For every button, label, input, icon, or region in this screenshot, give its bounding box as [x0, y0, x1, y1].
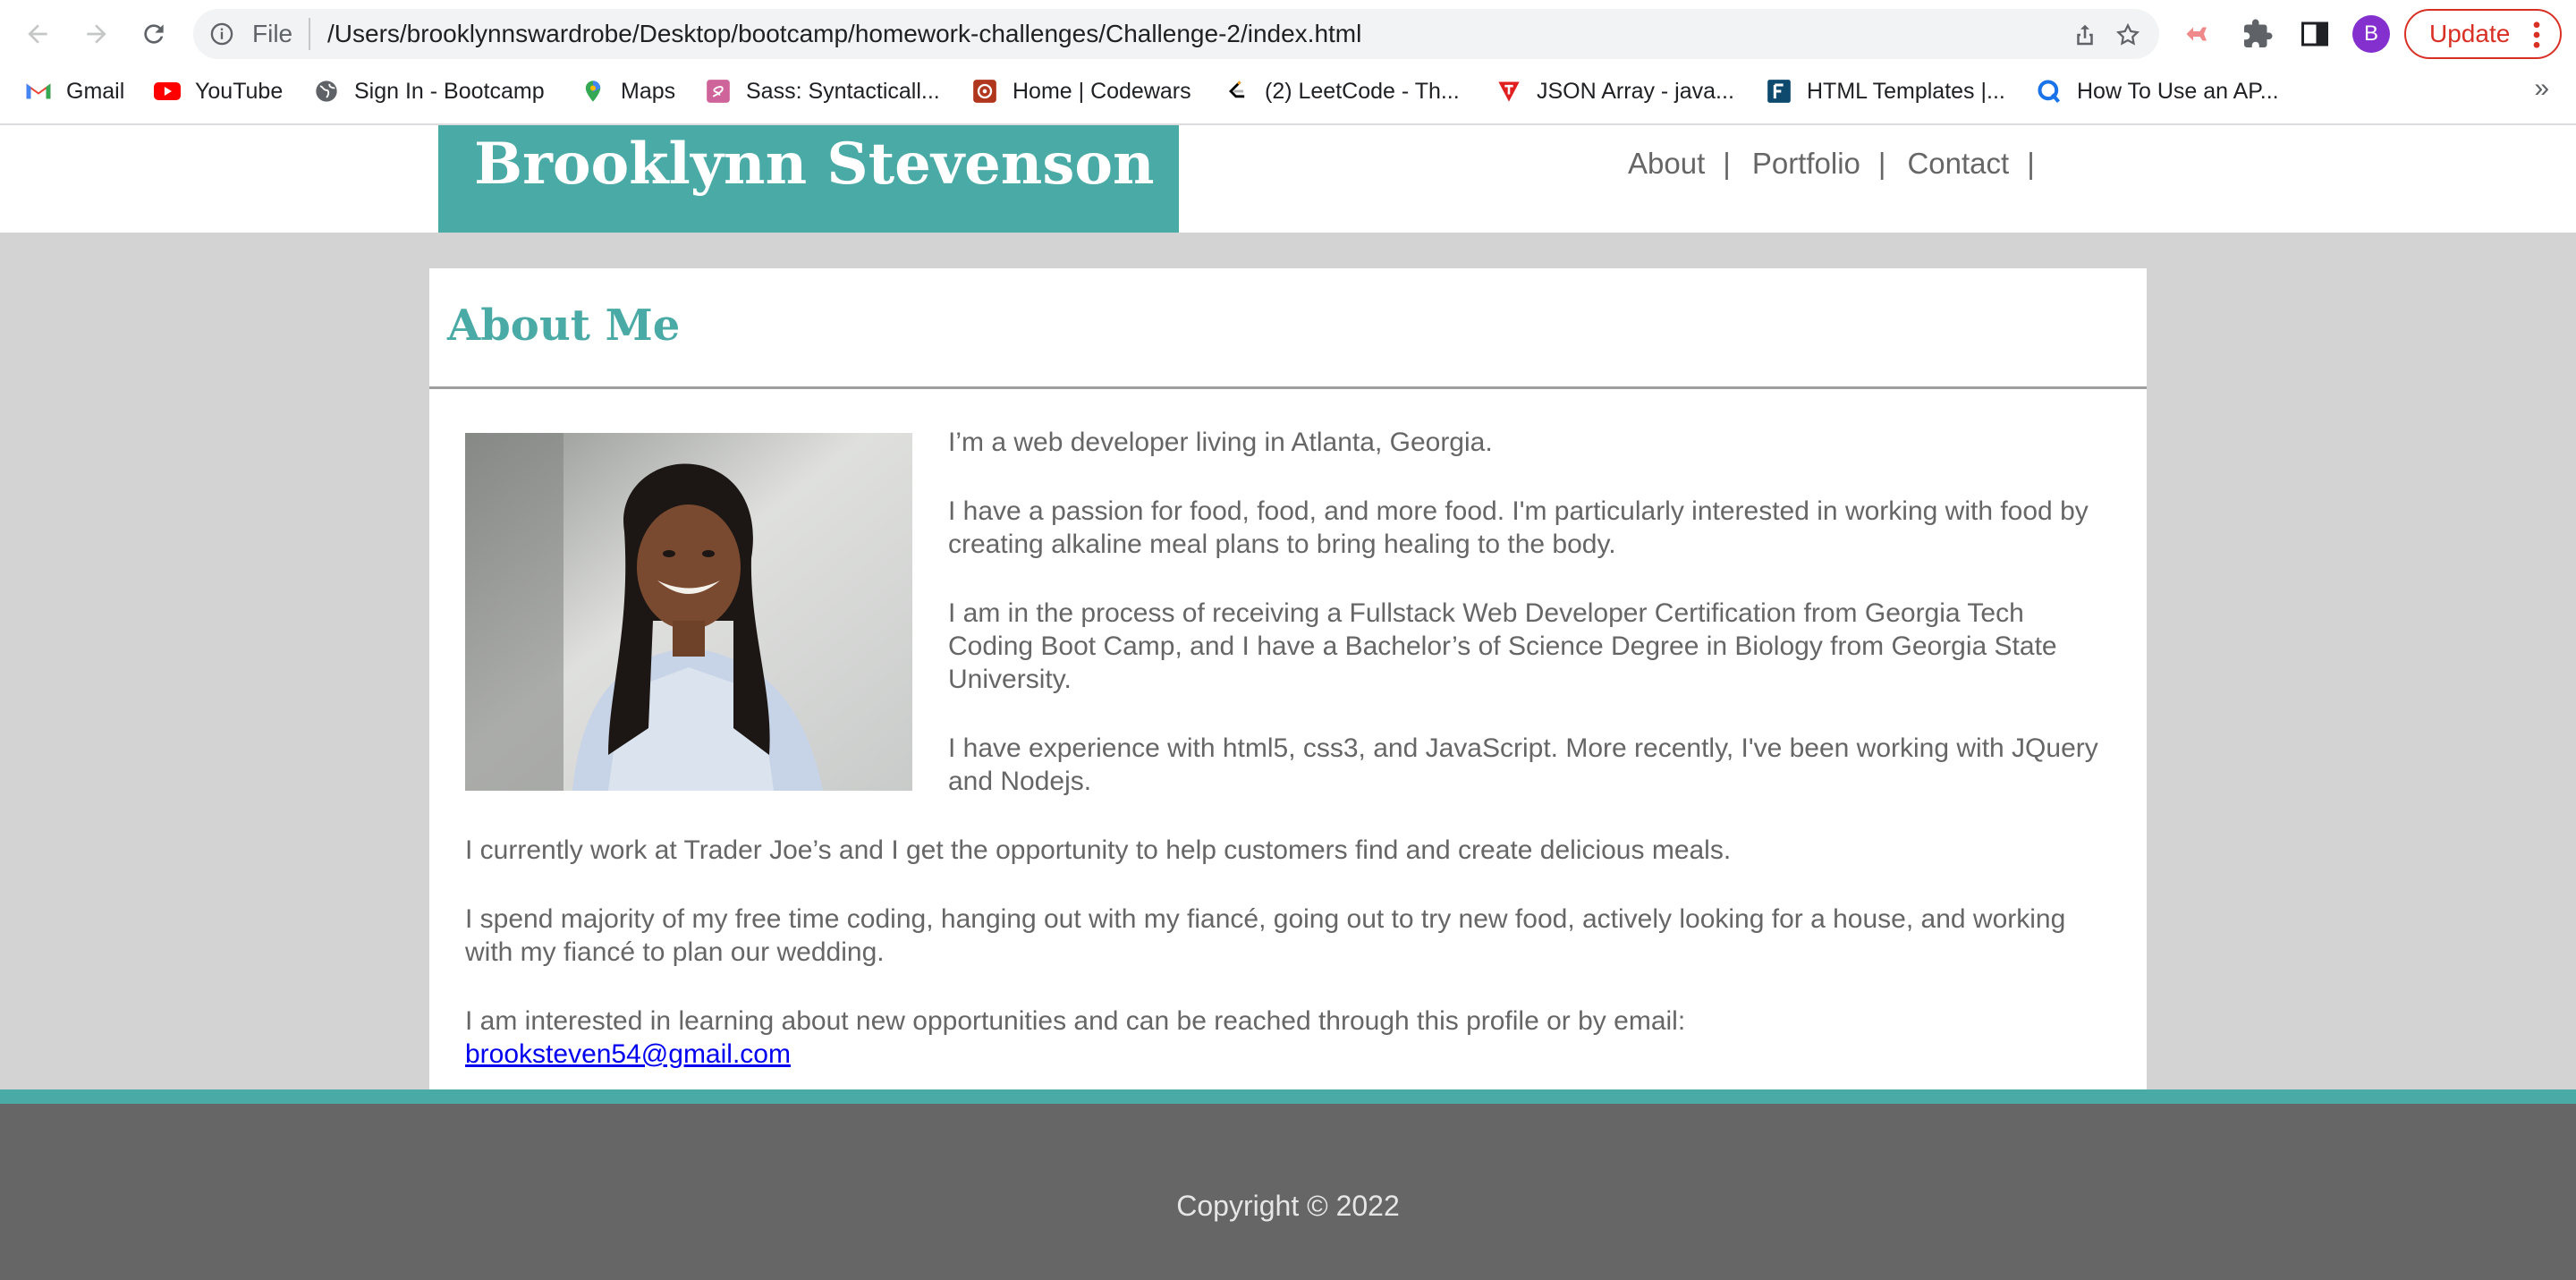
- copyright-text: Copyright © 2022: [1176, 1190, 1400, 1222]
- back-button[interactable]: [20, 16, 55, 52]
- nav-link-about[interactable]: About: [1628, 147, 1705, 181]
- bookmark-label: Sign In - Bootcamp: [354, 78, 545, 104]
- bookmark-how-to-use-api[interactable]: How To Use an AP...: [2036, 73, 2279, 109]
- omnibox-divider: [309, 18, 310, 50]
- back-arrow-icon: [28, 24, 47, 44]
- contact-text: I am interested in learning about new op…: [465, 1006, 1686, 1036]
- bookmark-label: JSON Array - java...: [1537, 78, 1734, 104]
- leetcode-icon: [1224, 78, 1250, 105]
- bookmark-maps[interactable]: Maps: [580, 73, 675, 109]
- about-text: I’m a web developer living in Atlanta, G…: [465, 426, 2111, 1071]
- bookmark-youtube[interactable]: YouTube: [154, 73, 283, 109]
- site-name-box: Brooklynn Stevenson: [438, 125, 1179, 233]
- bookmark-label: Home | Codewars: [1013, 78, 1191, 104]
- codewars-icon: [971, 78, 998, 105]
- youtube-icon: [154, 78, 181, 105]
- about-paragraph: I spend majority of my free time coding,…: [465, 904, 2066, 967]
- nav-separator: |: [2027, 147, 2035, 180]
- tutorialspoint-icon: [1496, 78, 1522, 105]
- site-name: Brooklynn Stevenson: [474, 131, 1155, 198]
- reload-icon: [144, 24, 164, 44]
- more-bookmarks-button[interactable]: »: [2534, 73, 2549, 104]
- bookmark-label: Sass: Syntacticall...: [746, 78, 940, 104]
- site-header: Brooklynn Stevenson About | Portfolio | …: [0, 125, 2576, 233]
- bookmark-leetcode[interactable]: (2) LeetCode - Th...: [1224, 73, 1460, 109]
- maps-icon: [580, 78, 606, 105]
- section-divider: [429, 386, 2147, 389]
- browser-toolbar: File /Users/brooklynnswardrobe/Desktop/b…: [0, 0, 2576, 68]
- about-paragraph: I currently work at Trader Joe’s and I g…: [465, 835, 1732, 865]
- reload-button[interactable]: [136, 16, 172, 52]
- extension-icon[interactable]: [2182, 18, 2215, 50]
- url-text[interactable]: /Users/brooklynnswardrobe/Desktop/bootca…: [327, 20, 1361, 48]
- about-title: About Me: [447, 301, 681, 351]
- puzzle-icon[interactable]: [2241, 18, 2274, 50]
- update-label: Update: [2429, 20, 2511, 47]
- about-section: About Me I’m a web developer living in A…: [429, 268, 2147, 1091]
- browser-chrome: File /Users/brooklynnswardrobe/Desktop/b…: [0, 0, 2576, 125]
- bookmark-label: How To Use an AP...: [2077, 78, 2279, 104]
- email-link[interactable]: brooksteven54@gmail.com: [465, 1039, 791, 1069]
- gmail-icon: [25, 78, 52, 105]
- bookmark-sass[interactable]: Sass: Syntacticall...: [705, 73, 940, 109]
- nav-link-contact[interactable]: Contact: [1907, 147, 2009, 181]
- address-bar[interactable]: File /Users/brooklynnswardrobe/Desktop/b…: [193, 9, 2159, 59]
- bookmark-label: YouTube: [195, 78, 284, 104]
- globe-icon: [313, 78, 340, 105]
- bookmark-gmail[interactable]: Gmail: [25, 73, 124, 109]
- bookmark-json-array[interactable]: JSON Array - java...: [1496, 73, 1734, 109]
- contact-paragraph: I am interested in learning about new op…: [465, 1005, 2111, 1071]
- f-icon: [1766, 78, 1792, 105]
- nav-link-portfolio[interactable]: Portfolio: [1752, 147, 1860, 181]
- bookmark-label: Maps: [621, 78, 676, 104]
- bookmark-label: Gmail: [66, 78, 125, 104]
- info-icon[interactable]: [209, 21, 234, 47]
- sass-icon: [705, 78, 732, 105]
- side-panel-icon[interactable]: [2299, 18, 2331, 50]
- photo-spacer: [465, 426, 948, 801]
- nav-separator: |: [1877, 147, 1886, 180]
- site-footer: Copyright © 2022: [0, 1089, 2576, 1280]
- bookmark-codewars[interactable]: Home | Codewars: [971, 73, 1191, 109]
- q-icon: [2036, 78, 2063, 105]
- url-scheme: File: [252, 20, 293, 47]
- bookmark-label: (2) LeetCode - Th...: [1265, 78, 1460, 104]
- site-nav: About | Portfolio | Contact |: [1628, 147, 2056, 181]
- bookmarks-bar: Gmail YouTube Sign In - Bootcamp Maps Sa…: [0, 70, 2576, 113]
- bookmark-star-icon[interactable]: [2114, 21, 2141, 48]
- forward-arrow-icon: [87, 24, 106, 44]
- update-button[interactable]: Update: [2404, 9, 2562, 59]
- bookmark-html-templates[interactable]: HTML Templates |...: [1766, 73, 2005, 109]
- bookmark-bootcamp[interactable]: Sign In - Bootcamp: [313, 73, 545, 109]
- profile-avatar[interactable]: B: [2352, 15, 2390, 53]
- bookmark-label: HTML Templates |...: [1807, 78, 2005, 104]
- nav-separator: |: [1723, 147, 1731, 180]
- forward-button[interactable]: [79, 16, 114, 52]
- menu-dots-icon: [2533, 21, 2540, 48]
- share-icon[interactable]: [2072, 21, 2098, 48]
